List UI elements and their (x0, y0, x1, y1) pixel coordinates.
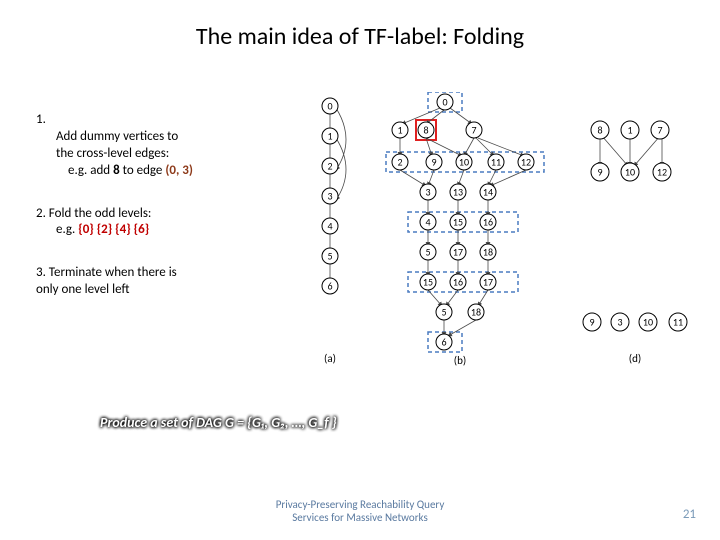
b-node-13: 13 (453, 186, 463, 199)
page-number: 21 (683, 507, 696, 522)
b-node-5: 5 (425, 246, 430, 259)
d-node-10: 10 (625, 166, 635, 179)
b-node-15: 15 (453, 216, 463, 229)
a-node-3: 3 (327, 190, 332, 203)
b-node-4: 4 (425, 216, 430, 229)
b-node-lv6b: 16 (453, 276, 463, 289)
footer-line1: Privacy-Preserving Reachability Query (276, 498, 445, 511)
b-node-10: 10 (459, 156, 469, 169)
formula-prefix: Produce a set of DAG (100, 414, 225, 431)
d2-node-3: 3 (617, 316, 622, 329)
b-node-lv7a: 5 (441, 306, 446, 319)
a-node-6: 6 (327, 280, 332, 293)
formula: Produce a set of DAG G = {G₁, G₂, …, G_f… (100, 414, 337, 431)
step1-line1: Add dummy vertices to (56, 129, 178, 144)
b-node-11: 11 (491, 156, 501, 169)
d2-node-11: 11 (673, 316, 683, 329)
graph-a: 0 1 2 3 4 5 6 (a) (322, 98, 346, 365)
diagram-area: 0 1 2 3 4 5 6 (a) 0 1 8 7 2 9 1 (300, 92, 710, 372)
step1-eg-prefix: e.g. add (68, 163, 113, 178)
step-2: 2. Fold the odd levels: e.g. {0} {2} {4}… (36, 206, 296, 240)
formula-eq: G = {G₁, G₂, …, G_f } (225, 414, 337, 431)
footer: Privacy-Preserving Reachability Query Se… (0, 498, 720, 524)
d-node-1: 1 (627, 124, 632, 137)
d-node-7: 7 (657, 124, 662, 137)
b-node-3: 3 (425, 186, 430, 199)
step-3: 3. Terminate when there is only one leve… (36, 265, 296, 299)
b-node-6: 6 (441, 336, 446, 349)
a-node-5: 5 (327, 250, 332, 263)
graph-b: 0 1 8 7 2 9 10 11 12 3 13 14 4 15 16 5 1… (386, 92, 544, 367)
b-node-16: 16 (483, 216, 493, 229)
b-node-12: 12 (521, 156, 531, 169)
a-node-4: 4 (327, 220, 332, 233)
step3-line2: only one level left (36, 282, 129, 297)
label-b: (b) (454, 354, 466, 367)
b-node-0: 0 (442, 96, 447, 109)
b-node-9: 9 (431, 156, 436, 169)
d2-node-9: 9 (589, 316, 594, 329)
a-node-2: 2 (327, 160, 332, 173)
step1-eg-bold: 8 (113, 163, 120, 178)
b-node-lv6a: 15 (423, 276, 433, 289)
d2-node-10: 10 (643, 316, 653, 329)
b-node-2: 2 (397, 156, 402, 169)
step1-eg-mid: to edge (120, 163, 166, 178)
graph-d: 8 1 7 9 10 12 9 3 10 11 (d) (583, 121, 687, 365)
step2-line1: 2. Fold the odd levels: (36, 206, 151, 221)
b-node-7: 7 (471, 124, 476, 137)
step1-eg-edge: (0, 3) (165, 163, 193, 178)
step2-sets: {0} {2} {4} {6} (78, 222, 149, 237)
d-node-9: 9 (597, 166, 602, 179)
b-node-14: 14 (483, 186, 493, 199)
steps-area: 1. Add dummy vertices to the cross-level… (36, 112, 296, 325)
slide-title: The main idea of TF-label: Folding (0, 0, 720, 51)
a-node-0: 0 (327, 100, 332, 113)
label-a: (a) (324, 352, 336, 365)
label-d: (d) (629, 352, 641, 365)
b-node-lv7b: 18 (471, 306, 481, 319)
b-node-18: 18 (483, 246, 493, 259)
b-node-1: 1 (397, 124, 402, 137)
step1-line2: the cross-level edges: (56, 146, 169, 161)
b-node-8: 8 (423, 124, 428, 137)
step2-eg-prefix: e.g. (56, 222, 78, 237)
b-node-17: 17 (453, 246, 463, 259)
step3-line1: 3. Terminate when there is (36, 265, 177, 280)
footer-line2: Services for Massive Networks (292, 511, 428, 524)
d-node-12: 12 (657, 166, 667, 179)
step-1: 1. Add dummy vertices to the cross-level… (36, 112, 296, 180)
step1-num: 1. (36, 112, 46, 127)
b-node-lv6c: 17 (483, 276, 493, 289)
d-node-8: 8 (597, 124, 602, 137)
a-node-1: 1 (327, 130, 332, 143)
